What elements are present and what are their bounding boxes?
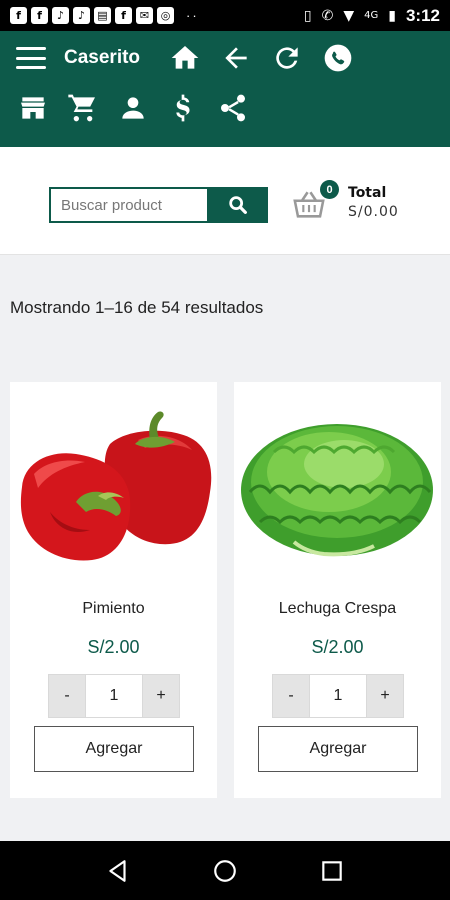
basket-icon: 0 <box>292 180 339 220</box>
quantity-stepper: - 1 + <box>48 674 180 718</box>
battery-icon: ▮ <box>388 7 396 24</box>
overflow-indicator: ·· <box>186 8 199 23</box>
facebook-icon: f <box>31 7 48 24</box>
store-icon[interactable] <box>16 91 50 125</box>
call-icon: ✆ <box>321 7 334 24</box>
menu-icon[interactable] <box>16 47 46 69</box>
decrement-button[interactable]: - <box>49 675 85 717</box>
user-icon[interactable] <box>116 91 150 125</box>
whatsapp-icon[interactable] <box>321 41 355 75</box>
vibrate-icon: ▯ <box>303 7 312 24</box>
product-card: Pimiento S/2.00 - 1 + Agregar <box>10 382 217 798</box>
product-card: Lechuga Crespa S/2.00 - 1 + Agregar <box>234 382 441 798</box>
share-icon[interactable] <box>216 91 250 125</box>
product-price: S/2.00 <box>87 637 140 657</box>
product-name[interactable]: Pimiento <box>10 600 217 618</box>
cart-summary[interactable]: 0 Total S/0.00 <box>292 180 399 220</box>
mail-icon: ✉ <box>136 7 153 24</box>
search-icon <box>228 196 247 214</box>
product-price: S/2.00 <box>311 637 364 657</box>
facebook-icon: f <box>115 7 132 24</box>
cart-total-label: Total <box>348 185 387 201</box>
add-to-cart-button[interactable]: Agregar <box>34 726 194 772</box>
increment-button[interactable]: + <box>367 675 403 717</box>
product-image-pimiento[interactable] <box>10 392 217 582</box>
wifi-icon: ▼ <box>343 7 355 24</box>
status-bar: f f ♪ ♪ ▤ f ✉ ◎ ·· ▯ ✆ ▼ 4G ▮ 3:12 <box>0 0 450 31</box>
search-form <box>49 187 268 223</box>
search-section: 0 Total S/0.00 <box>0 147 450 255</box>
dollar-icon[interactable] <box>166 91 200 125</box>
facebook-icon: f <box>10 7 27 24</box>
quantity-field[interactable]: 1 <box>309 675 367 717</box>
refresh-icon[interactable] <box>270 41 304 75</box>
quantity-stepper: - 1 + <box>272 674 404 718</box>
document-icon: ▤ <box>94 7 111 24</box>
app-header: Caserito <box>0 31 450 147</box>
brand-title[interactable]: Caserito <box>64 47 140 69</box>
product-image-lechuga-crespa[interactable] <box>234 392 441 582</box>
recents-icon[interactable] <box>317 856 347 886</box>
network-type: 4G <box>364 10 379 21</box>
decrement-button[interactable]: - <box>273 675 309 717</box>
results-count: Mostrando 1–16 de 54 resultados <box>10 298 264 317</box>
add-to-cart-button[interactable]: Agregar <box>258 726 418 772</box>
home-icon[interactable] <box>168 41 202 75</box>
back-icon[interactable] <box>103 856 133 886</box>
increment-button[interactable]: + <box>143 675 179 717</box>
notification-icons: f f ♪ ♪ ▤ f ✉ ◎ ·· <box>10 7 199 24</box>
clock: 3:12 <box>405 5 440 25</box>
product-name[interactable]: Lechuga Crespa <box>234 600 441 618</box>
tiktok-icon: ♪ <box>52 7 69 24</box>
search-button[interactable] <box>207 187 268 223</box>
quantity-field[interactable]: 1 <box>85 675 143 717</box>
cart-count-badge: 0 <box>320 180 339 199</box>
search-input[interactable] <box>49 187 207 223</box>
tiktok-icon: ♪ <box>73 7 90 24</box>
cart-icon[interactable] <box>66 91 100 125</box>
back-arrow-icon[interactable] <box>219 41 253 75</box>
home-circle-icon[interactable] <box>210 856 240 886</box>
system-nav-bar <box>0 841 450 900</box>
cart-total-value: S/0.00 <box>348 204 399 220</box>
instagram-icon: ◎ <box>157 7 174 24</box>
